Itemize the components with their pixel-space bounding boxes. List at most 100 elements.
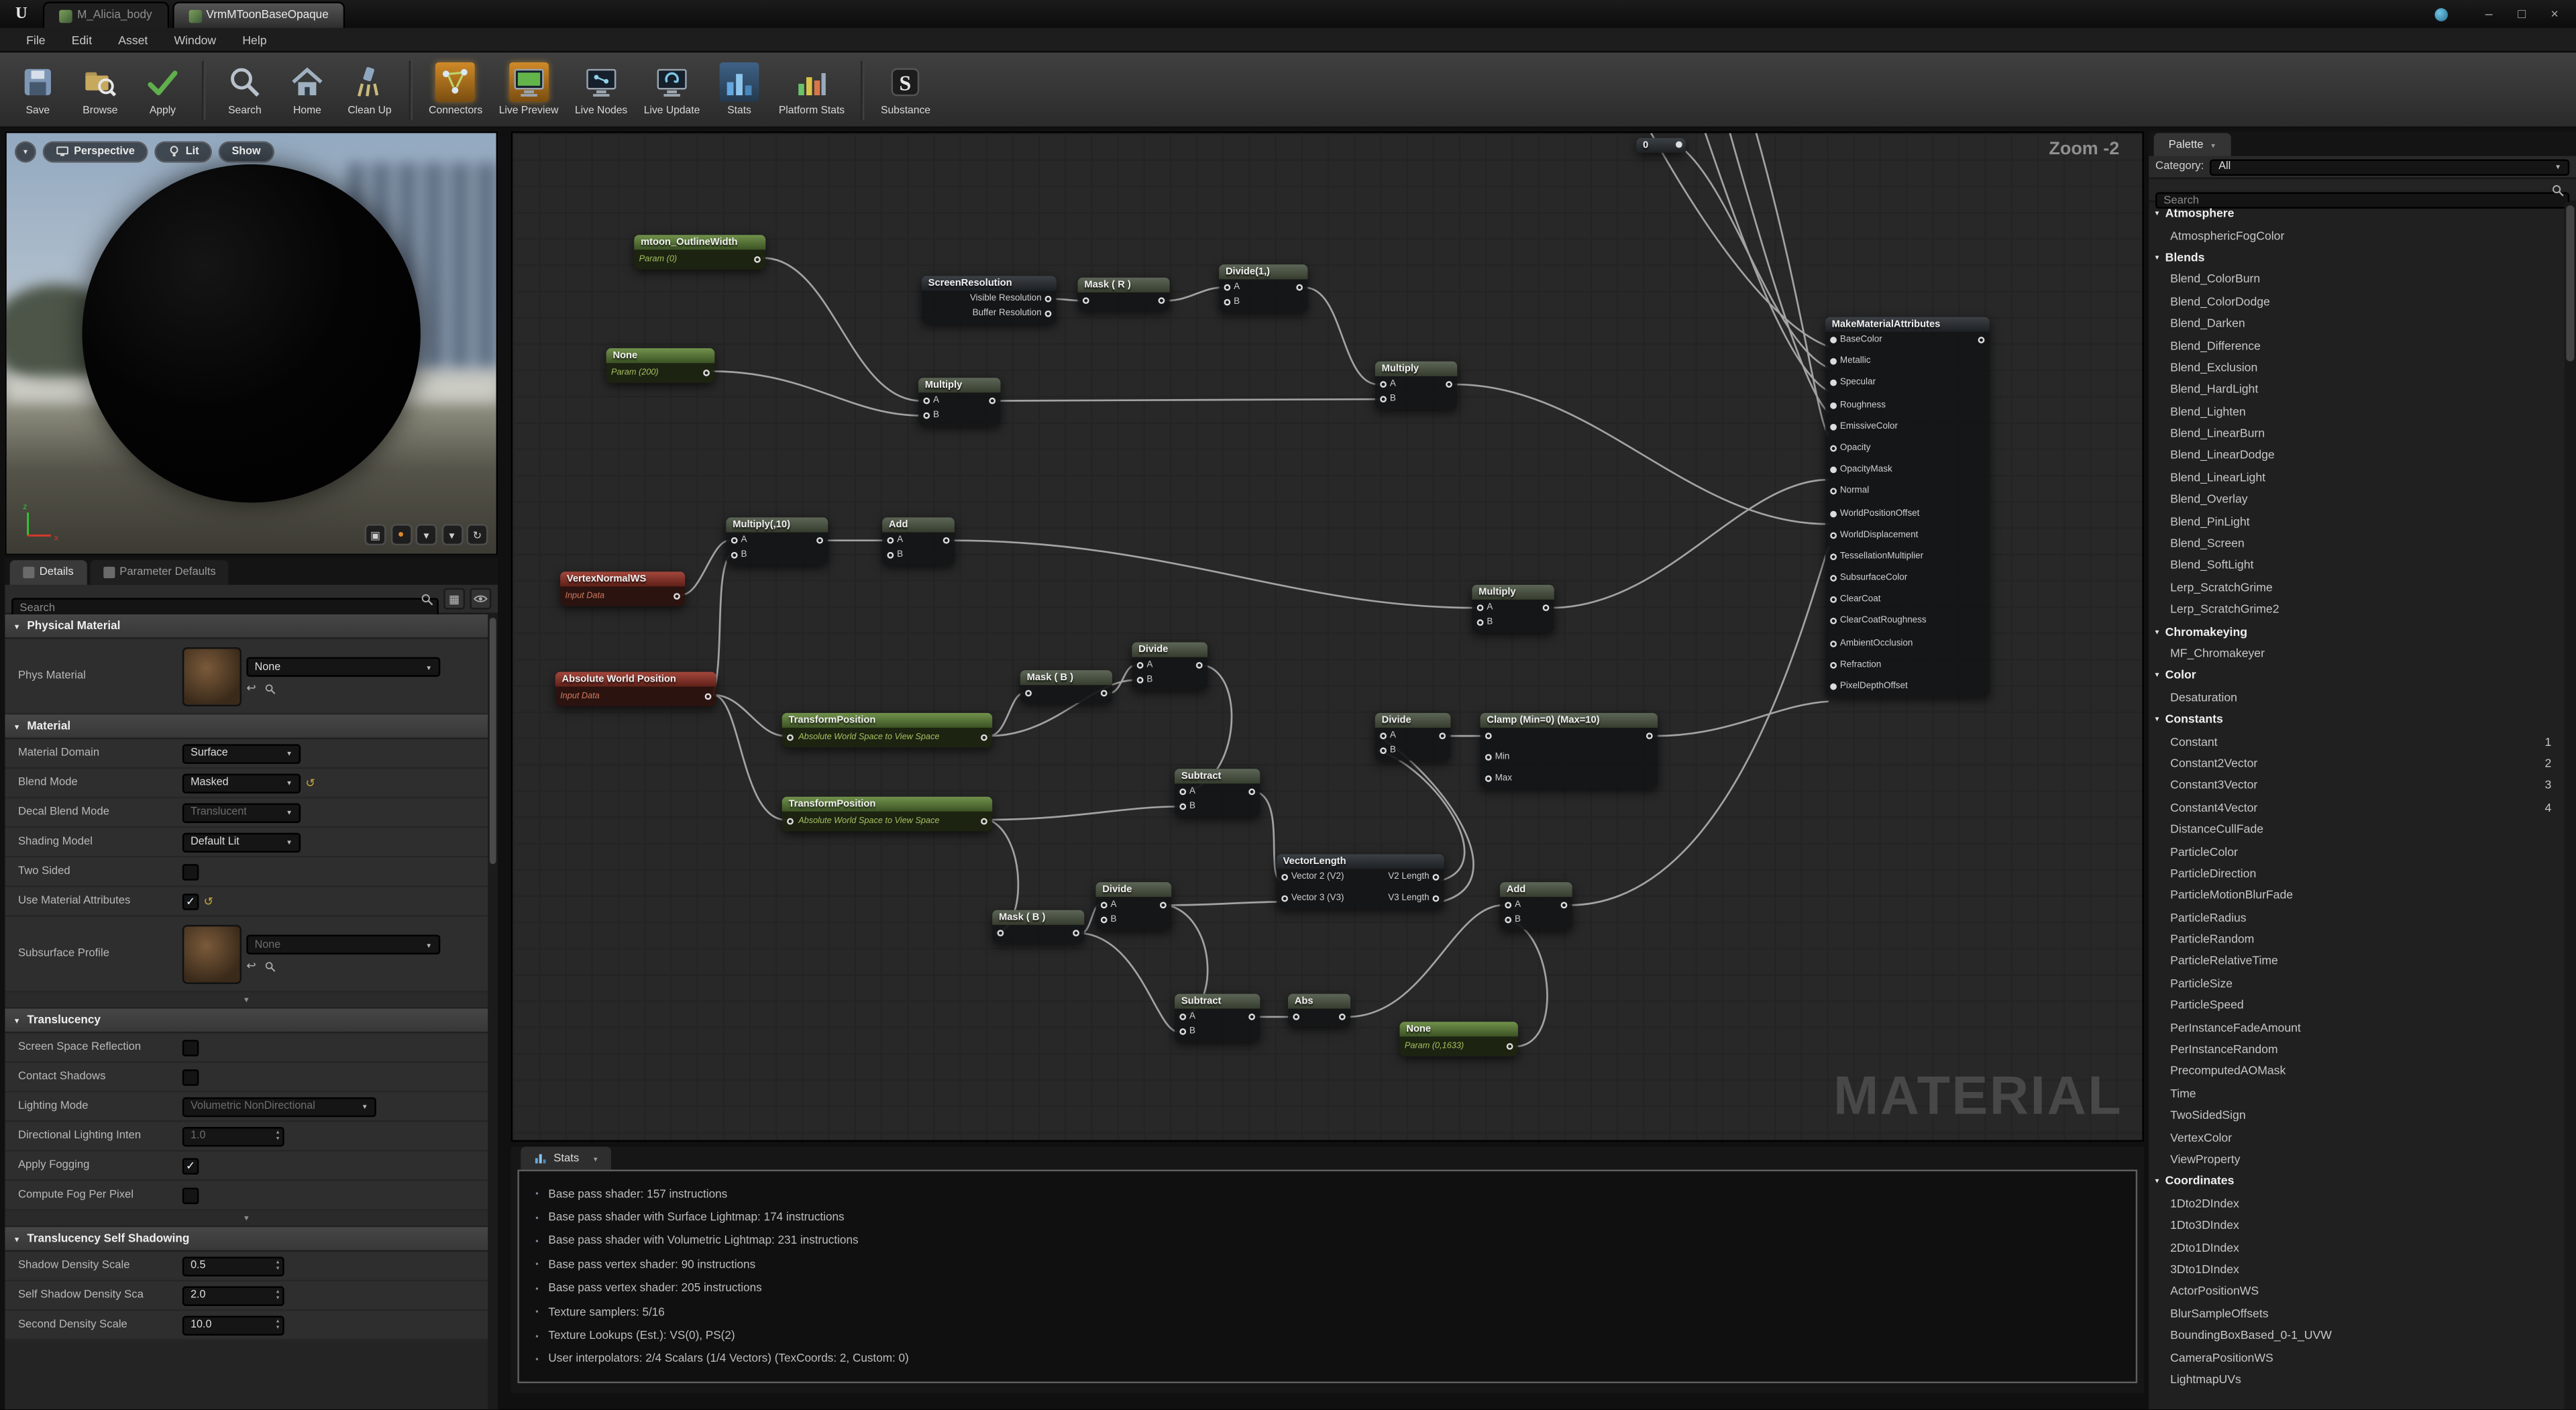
input-pin-row[interactable]: B [1224,297,1240,305]
input-pin-row[interactable]: A [923,396,939,404]
refresh-icon[interactable]: ↻ [467,524,488,545]
output-pin-row[interactable]: V3 Length [1388,895,1439,903]
palette-category-atmosphere[interactable]: ▼Atmosphere [2149,202,2565,224]
output-pin-row[interactable] [1646,732,1653,740]
palette-item-particlesize[interactable]: ParticleSize [2149,972,2565,994]
toolbar-stats[interactable]: Stats [708,55,771,124]
node-makematerialattributes[interactable]: MakeMaterialAttributesBaseColorMetallicS… [1825,317,1990,697]
viewport-show-button[interactable]: Show [219,142,274,163]
palette-item-camerapositionws[interactable]: CameraPositionWS [2149,1346,2565,1368]
node-mtoon-outlinewidth[interactable]: mtoon_OutlineWidthParam (0) [634,235,765,269]
palette-item-particleradius[interactable]: ParticleRadius [2149,906,2565,928]
material-graph[interactable]: 0mtoon_OutlineWidthParam (0)ScreenResolu… [511,131,2144,1142]
input-pin[interactable] [787,733,794,740]
input-pin[interactable] [1179,789,1186,796]
asset-thumbnail[interactable] [182,924,241,983]
input-pin[interactable] [1830,337,1837,343]
node-multiply[interactable]: MultiplyAB [1472,585,1554,632]
section-physical-material[interactable]: ▼Physical Material [5,614,488,639]
palette-item-1dto2dindex[interactable]: 1Dto2DIndex [2149,1192,2565,1214]
toolbar-connectors[interactable]: Connectors [421,55,491,124]
use-selected-icon[interactable]: ↩ [246,959,256,973]
input-pin-row[interactable] [1083,296,1089,305]
input-pin-row[interactable] [998,929,1004,937]
dropdown-lighting-mode[interactable]: Volumetric NonDirectional▼ [182,1097,376,1116]
output-pin-row[interactable] [1296,283,1303,291]
node-add[interactable]: AddAB [1500,882,1572,929]
output-pin-row[interactable] [1248,788,1255,796]
checkbox-screen-space-reflection[interactable] [182,1039,199,1055]
toolbar-search[interactable]: Search [213,55,276,124]
dropdown-material-domain[interactable]: Surface▼ [182,743,301,763]
unreal-logo-icon[interactable]: U [0,0,43,28]
asset-thumbnail[interactable] [182,647,241,706]
palette-item-particledirection[interactable]: ParticleDirection [2149,862,2565,884]
palette-item-blend-screen[interactable]: Blend_Screen [2149,532,2565,554]
input-pin[interactable] [1380,733,1387,739]
section-material[interactable]: ▼Material [5,714,488,739]
palette-scrollbar[interactable] [2565,202,2576,1409]
input-pin-row[interactable]: B [1380,746,1396,754]
palette-tab[interactable]: Palette ▼ [2154,133,2231,156]
palette-item-particlerelativetime[interactable]: ParticleRelativeTime [2149,950,2565,972]
palette-item-boundingboxbased-0-1-uvw[interactable]: BoundingBoxBased_0-1_UVW [2149,1324,2565,1346]
section-translucency-self-shadowing[interactable]: ▼Translucency Self Shadowing [5,1227,488,1252]
output-pin[interactable] [1439,733,1446,739]
palette-item-mf-chromakeyer[interactable]: MF_Chromakeyer [2149,642,2565,664]
output-pin[interactable] [1433,874,1440,881]
palette-item-constant4vector[interactable]: Constant4Vector4 [2149,796,2565,818]
palette-item-lightmapuvs[interactable]: LightmapUVs [2149,1368,2565,1390]
toolbar-clean-up[interactable]: Clean Up [338,55,400,124]
input-pin[interactable] [1830,402,1837,409]
input-pin-row[interactable]: B [1101,915,1117,923]
asset-dropdown-subsurface-profile[interactable]: None▼ [246,934,440,954]
input-pin-row[interactable]: B [1380,394,1396,402]
input-pin[interactable] [1505,916,1511,922]
input-pin-row[interactable]: B [1477,618,1493,626]
dropdown-shading-model[interactable]: Default Lit▼ [182,832,301,851]
reset-to-default-icon[interactable]: ↺ [306,776,315,790]
palette-item-constant[interactable]: Constant1 [2149,730,2565,752]
output-pin-row[interactable] [1101,689,1108,697]
palette-item-blend-overlay[interactable]: Blend_Overlay [2149,488,2565,510]
output-pin[interactable] [816,537,823,544]
output-pin[interactable] [1507,1042,1513,1049]
input-pin[interactable] [1830,467,1837,474]
node-multiply-10[interactable]: Multiply(,10)AB [726,517,828,564]
output-pin[interactable] [1248,1014,1255,1020]
palette-item-blend-difference[interactable]: Blend_Difference [2149,334,2565,356]
menu-asset[interactable]: Asset [105,27,161,52]
palette-item-vertexcolor[interactable]: VertexColor [2149,1126,2565,1148]
output-pin[interactable] [1446,381,1452,388]
input-pin[interactable] [1224,298,1230,305]
input-pin-row[interactable]: Max [1485,775,1512,783]
node-clamp-min-0-max-10[interactable]: Clamp (Min=0) (Max=10)MinMax [1481,713,1658,790]
palette-item-particlecolor[interactable]: ParticleColor [2149,840,2565,862]
browse-asset-icon[interactable] [264,683,276,694]
number-directional-lighting-inten[interactable]: 1.0▴▾ [182,1126,284,1146]
input-pin-row[interactable]: Min [1485,753,1512,761]
use-selected-icon[interactable]: ↩ [246,682,256,695]
palette-item-3dto1dindex[interactable]: 3Dto1DIndex [2149,1258,2565,1280]
input-pin-row[interactable]: A [1477,604,1493,612]
input-pin-row[interactable]: B [731,550,747,558]
output-pin-row[interactable] [1160,901,1167,909]
output-pin[interactable] [1296,284,1303,291]
input-pin[interactable] [1477,604,1484,611]
output-pin-row[interactable] [1248,1013,1255,1021]
checkbox-compute-fog-per-pixel[interactable] [182,1187,199,1203]
input-pin-row[interactable]: A [1505,901,1521,909]
output-pin-row[interactable] [1561,901,1568,909]
output-pin-row[interactable] [1439,732,1446,740]
palette-item-distancecullfade[interactable]: DistanceCullFade [2149,818,2565,840]
palette-category-dropdown[interactable]: All ▼ [2210,158,2569,174]
maximize-icon[interactable]: ▣ [365,524,386,545]
checkbox-two-sided[interactable] [182,863,199,879]
tab-parameter-defaults[interactable]: Parameter Defaults [90,560,229,585]
node-add[interactable]: AddAB [882,517,955,564]
details-scrollbar[interactable] [488,614,498,1409]
palette-item-lerp-scratchgrime[interactable]: Lerp_ScratchGrime [2149,576,2565,598]
input-pin-row[interactable]: A [887,537,903,545]
node-screenresolution[interactable]: ScreenResolutionVisible ResolutionBuffer… [922,276,1057,323]
palette-item-actorpositionws[interactable]: ActorPositionWS [2149,1280,2565,1302]
